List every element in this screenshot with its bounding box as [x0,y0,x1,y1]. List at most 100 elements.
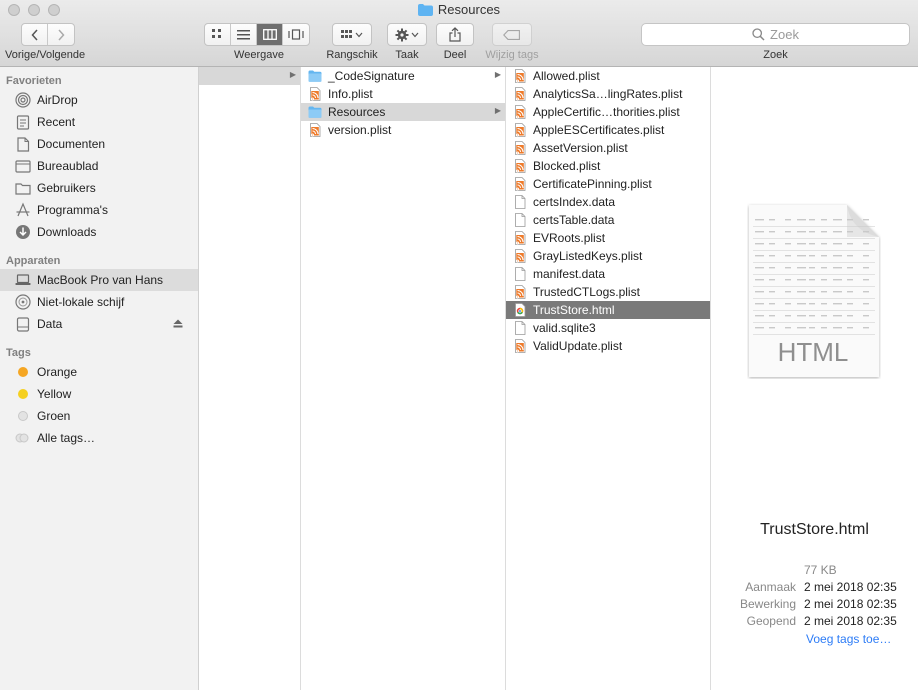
list-item[interactable]: _CodeSignature ▶ [301,67,505,85]
eject-icon[interactable] [173,319,183,328]
list-item[interactable]: version.plist [301,121,505,139]
edit-tags-button[interactable] [492,23,532,46]
thumbnail-text-line [809,303,815,305]
sidebar-item-data[interactable]: Data [0,313,198,335]
search-field[interactable]: Zoek [641,23,910,46]
view-mode-control [204,23,310,46]
list-item[interactable]: valid.sqlite3 [506,319,710,337]
thumbnail-text-line [769,303,775,305]
grid-icon [212,29,221,38]
file-name: CertificatePinning.plist [533,177,652,191]
thumbnail-text-line [821,219,827,221]
thumbnail-text-line [833,327,842,329]
thumbnail-text-line [797,291,806,293]
chevron-left-icon [30,28,38,41]
sidebar-tag-yellow[interactable]: Yellow [0,383,198,405]
thumbnail-text-line [821,303,827,305]
list-item-selected[interactable]: Resources ▶ [301,103,505,121]
thumbnail-text-line [755,231,764,233]
view-label: Weergave [234,49,284,61]
file-name: TrustedCTLogs.plist [533,285,640,299]
thumbnail-text-line [809,219,815,221]
sidebar-tag-orange[interactable]: Orange [0,361,198,383]
data-file-icon [515,213,526,227]
thumbnail-text-line [755,219,764,221]
list-item[interactable]: certsIndex.data [506,193,710,211]
html-file-icon [515,303,526,317]
thumbnail-text-line [809,315,815,317]
thumbnail-text-line [785,255,791,257]
action-label: Taak [395,49,419,61]
arrange-button[interactable] [332,23,372,46]
thumbnail-text-line [755,303,764,305]
list-item[interactable]: GrayListedKeys.plist [506,247,710,265]
icon-view-button[interactable] [205,24,231,45]
thumbnail-rule [753,226,875,227]
list-item[interactable]: Blocked.plist [506,157,710,175]
file-name: certsIndex.data [533,195,616,209]
column-view-button[interactable] [257,24,283,45]
thumbnail-text-line [797,243,806,245]
thumbnail-text-line [809,231,815,233]
list-item[interactable]: AnalyticsSa…lingRates.plist [506,85,710,103]
list-item[interactable]: Info.plist [301,85,505,103]
back-button[interactable] [22,24,48,45]
sidebar-item-programmas[interactable]: Programma's [0,199,198,221]
thumbnail-text-line [863,327,869,329]
list-view-button[interactable] [231,24,257,45]
sidebar-item-airdrop[interactable]: AirDrop [0,89,198,111]
thumbnail-text-line [863,267,869,269]
thumbnail-text-line [847,303,853,305]
share-button[interactable] [436,23,474,46]
list-item[interactable]: EVRoots.plist [506,229,710,247]
list-item[interactable]: manifest.data [506,265,710,283]
thumbnail-text-line [769,327,775,329]
sidebar-tag-all[interactable]: Alle tags… [0,427,198,449]
list-item[interactable]: certsTable.data [506,211,710,229]
action-button[interactable] [387,23,427,46]
list-item[interactable]: Allowed.plist [506,67,710,85]
search-icon [752,28,765,41]
column-1-selected-row[interactable]: ▶ [199,67,300,85]
plist-file-icon [515,159,526,173]
list-item[interactable]: ValidUpdate.plist [506,337,710,355]
data-file-icon [515,321,526,335]
modified-label: Bewerking [739,597,796,611]
search-placeholder: Zoek [770,27,799,42]
list-item-selected[interactable]: TrustStore.html [506,301,710,319]
disc-icon [15,294,31,310]
list-item[interactable]: AppleESCertificates.plist [506,121,710,139]
sidebar-tag-groen[interactable]: Groen [0,405,198,427]
file-name: AssetVersion.plist [533,141,628,155]
gallery-icon [288,29,304,40]
thumbnail-text-line [863,219,869,221]
thumbnail-text-line [769,219,775,221]
file-name: TrustStore.html [533,303,615,317]
sidebar-item-bureaublad[interactable]: Bureaublad [0,155,198,177]
plist-file-icon [310,87,321,101]
list-item[interactable]: TrustedCTLogs.plist [506,283,710,301]
forward-button[interactable] [48,24,74,45]
thumbnail-text-line [809,279,815,281]
sidebar-item-macbook[interactable]: MacBook Pro van Hans [0,269,198,291]
file-name: Blocked.plist [533,159,601,173]
column-3: Allowed.plist AnalyticsSa…lingRates.plist… [506,67,711,690]
thumbnail-text-line [821,255,827,257]
sidebar-item-gebruikers[interactable]: Gebruikers [0,177,198,199]
list-item[interactable]: AssetVersion.plist [506,139,710,157]
add-tags-link[interactable]: Voeg tags toe… [806,632,891,646]
thumbnail-text-line [863,243,869,245]
list-item[interactable]: AppleCertific…thorities.plist [506,103,710,121]
sidebar-item-recent[interactable]: Recent [0,111,198,133]
thumbnail-text-line [863,231,869,233]
sidebar-item-documenten[interactable]: Documenten [0,133,198,155]
thumbnail-text-line [847,279,853,281]
sidebar-item-remote-disc[interactable]: Niet-lokale schijf [0,291,198,313]
sidebar-item-downloads[interactable]: Downloads [0,221,198,243]
gallery-view-button[interactable] [283,24,309,45]
plist-file-icon [515,87,526,101]
thumbnail-text-line [863,255,869,257]
list-item[interactable]: CertificatePinning.plist [506,175,710,193]
thumbnail-text-line [769,279,775,281]
thumbnail-text-line [797,255,806,257]
